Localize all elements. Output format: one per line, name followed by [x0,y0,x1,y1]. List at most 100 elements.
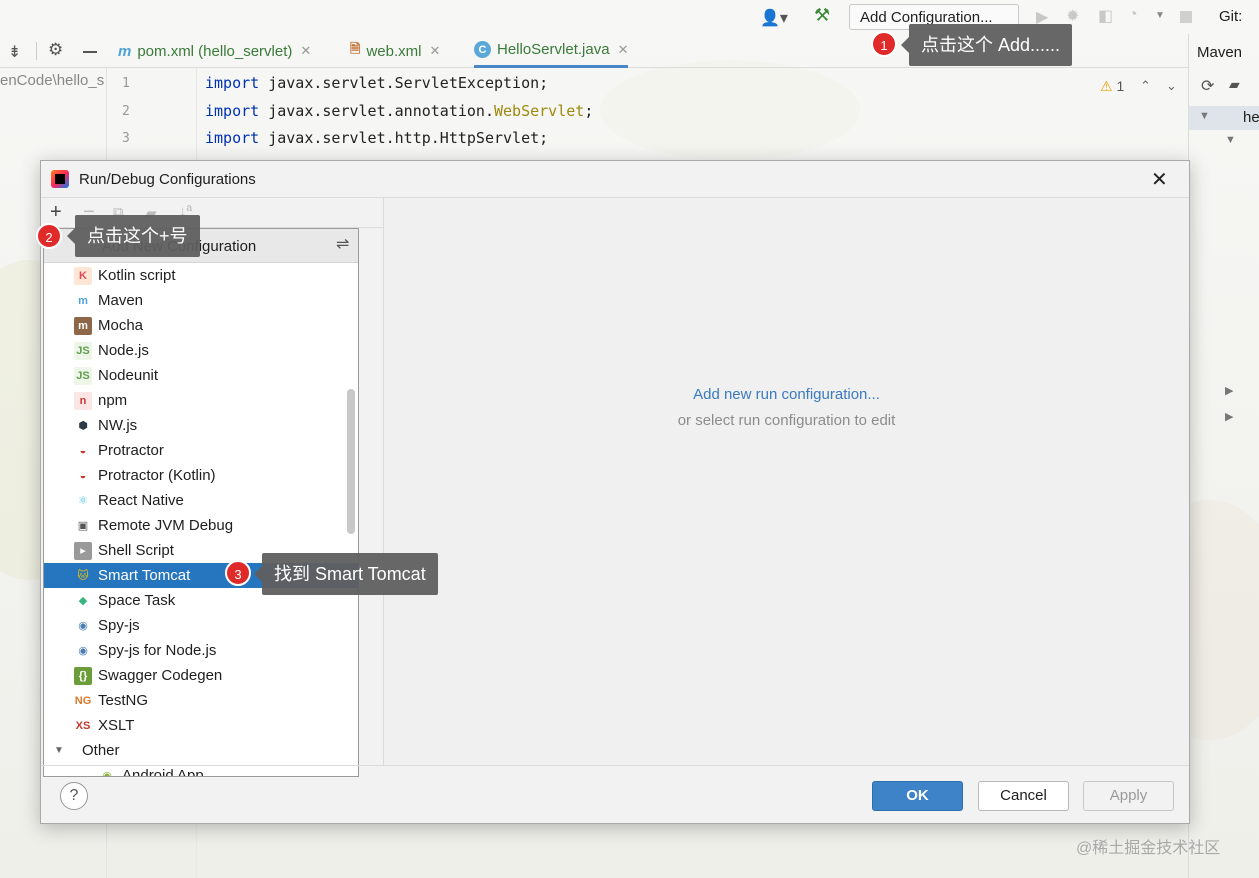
build-hammer-icon[interactable]: ⚒ [814,5,830,26]
list-item[interactable]: n npm [44,388,358,413]
npm-icon: n [74,391,92,410]
list-group-other[interactable]: ▼ Other [44,738,358,763]
apply-button[interactable]: Apply [1083,781,1174,811]
tab-pom-xml[interactable]: m pom.xml (hello_servlet) ✕ [118,34,311,68]
ok-button[interactable]: OK [872,781,963,811]
list-item[interactable]: ▣ Remote JVM Debug [44,513,358,538]
line-number: 3 [122,131,130,146]
scrollbar[interactable] [347,389,355,534]
step-badge: 1 [871,31,897,57]
git-label[interactable]: Git: [1219,8,1242,25]
list-item[interactable]: {} Swagger Codegen [44,663,358,688]
maven-file-icon: m [118,42,132,60]
list-item[interactable]: ⚛ React Native [44,488,358,513]
list-item[interactable]: m Mocha [44,313,358,338]
list-item[interactable]: JS Node.js [44,338,358,363]
dialog-footer: ? OK Cancel Apply [41,765,1189,823]
maven-title[interactable]: Maven [1197,44,1242,61]
list-item[interactable]: XS XSLT [44,713,358,738]
list-item[interactable]: JS Nodeunit [44,363,358,388]
step-badge: 2 [36,223,62,249]
stop-icon[interactable] [1180,11,1192,23]
list-item-label: npm [98,392,128,409]
maven-tool-window: Maven ⟳ ▰ ▼ he ▼ ▶ ▶ [1188,34,1259,878]
list-item[interactable]: ◉ Spy-js for Node.js [44,638,358,663]
refresh-icon[interactable]: ⟳ [1201,76,1214,96]
help-button[interactable]: ? [60,782,88,810]
list-item-label: Node.js [98,342,149,359]
list-item-label: Protractor [98,442,164,459]
close-icon[interactable]: ✕ [1151,167,1168,192]
code-keyword: import [205,102,260,120]
tab-helloservlet-java[interactable]: C HelloServlet.java ✕ [474,34,629,68]
line-number: 2 [122,104,130,119]
collapse-icon[interactable]: ⇟ [8,42,21,62]
code-line[interactable]: import javax.servlet.ServletException; [205,74,548,92]
list-item[interactable]: ◉ Spy-js [44,613,358,638]
list-item-label: Remote JVM Debug [98,517,234,534]
tab-label: pom.xml (hello_servlet) [137,42,293,60]
list-item[interactable]: K Kotlin script [44,263,358,288]
java-class-icon: C [474,41,491,58]
swagger-icon: {} [74,666,92,685]
step-callout: 找到 Smart Tomcat [254,553,438,595]
step-callout: 点击这个 Add...... [900,24,1073,66]
list-item-label: Shell Script [98,542,174,559]
tab-web-xml[interactable]: 🗎 web.xml ✕ [350,34,440,68]
list-item-label: Smart Tomcat [98,567,191,584]
code-keyword: import [205,129,260,147]
cancel-button[interactable]: Cancel [978,781,1069,811]
coverage-icon[interactable]: ◧ [1098,6,1113,26]
debug-icon[interactable]: ✹ [1066,6,1079,26]
xml-file-icon: 🗎 [350,41,361,56]
sort-icon[interactable]: ⇌ [336,234,349,254]
folder-icon[interactable]: ▰ [1229,76,1240,93]
list-item-label: Spy-js [98,617,140,634]
chevron-right-icon[interactable]: ▶ [1225,410,1233,423]
group-label: Other [82,742,120,759]
profile-icon[interactable]: ◔ [1128,6,1138,24]
project-tree-path[interactable]: enCode\hello_s [0,72,106,89]
list-item[interactable]: ◒ Protractor [44,438,358,463]
add-new-run-configuration-link[interactable]: Add new run configuration... [384,386,1189,403]
code-line[interactable]: import javax.servlet.annotation.WebServl… [205,102,593,120]
watermark: @稀土掘金技术社区 [1076,840,1221,857]
list-item[interactable]: m Maven [44,288,358,313]
warnings-indicator[interactable]: ⚠ 1 [1100,78,1124,95]
shell-icon: ▸ [74,541,92,560]
close-icon[interactable]: ✕ [300,43,311,59]
list-item-label: Spy-js for Node.js [98,642,217,659]
chevron-up-icon[interactable]: ⌃ [1140,78,1151,94]
chevron-down-icon[interactable]: ▼ [1155,10,1165,21]
mocha-icon: m [74,316,92,335]
code-line[interactable]: import javax.servlet.http.HttpServlet; [205,129,548,147]
user-icon[interactable]: 👤▾ [760,8,788,28]
testng-icon: NG [74,694,92,707]
close-icon[interactable]: ✕ [429,43,440,59]
chevron-down-icon[interactable]: ▼ [52,742,66,760]
maven-icon: m [78,294,88,307]
list-item-label: Protractor (Kotlin) [98,467,216,484]
tomcat-icon: 🐱 [77,570,89,582]
nodejs-icon: JS [74,341,92,360]
chevron-down-icon[interactable]: ⌄ [1166,78,1177,94]
gear-icon[interactable]: ⚙ [48,40,63,60]
list-item[interactable]: ⬢ NW.js [44,413,358,438]
add-icon[interactable]: + [50,201,62,224]
protractor-icon: ◒ [79,444,87,457]
list-item[interactable]: ◒ Protractor (Kotlin) [44,463,358,488]
list-item-label: Swagger Codegen [98,667,223,684]
list-item[interactable]: NG TestNG [44,688,358,713]
run-debug-configurations-dialog: Run/Debug Configurations ✕ + − ⧉ ▰ ↓ª Ad… [40,160,1190,824]
nodeunit-icon: JS [74,366,92,385]
chevron-down-icon[interactable]: ▼ [1199,110,1210,122]
maven-project-row[interactable]: ▼ he [1189,106,1259,130]
chevron-down-icon[interactable]: ▼ [1225,134,1236,146]
kotlin-icon: K [74,266,92,285]
tab-label: HelloServlet.java [497,41,610,58]
dialog-title-bar[interactable]: Run/Debug Configurations ✕ [41,161,1189,198]
maven-project-label: he [1243,109,1259,126]
close-icon[interactable]: ✕ [618,42,629,58]
minimize-icon[interactable] [83,51,97,53]
chevron-right-icon[interactable]: ▶ [1225,384,1233,397]
